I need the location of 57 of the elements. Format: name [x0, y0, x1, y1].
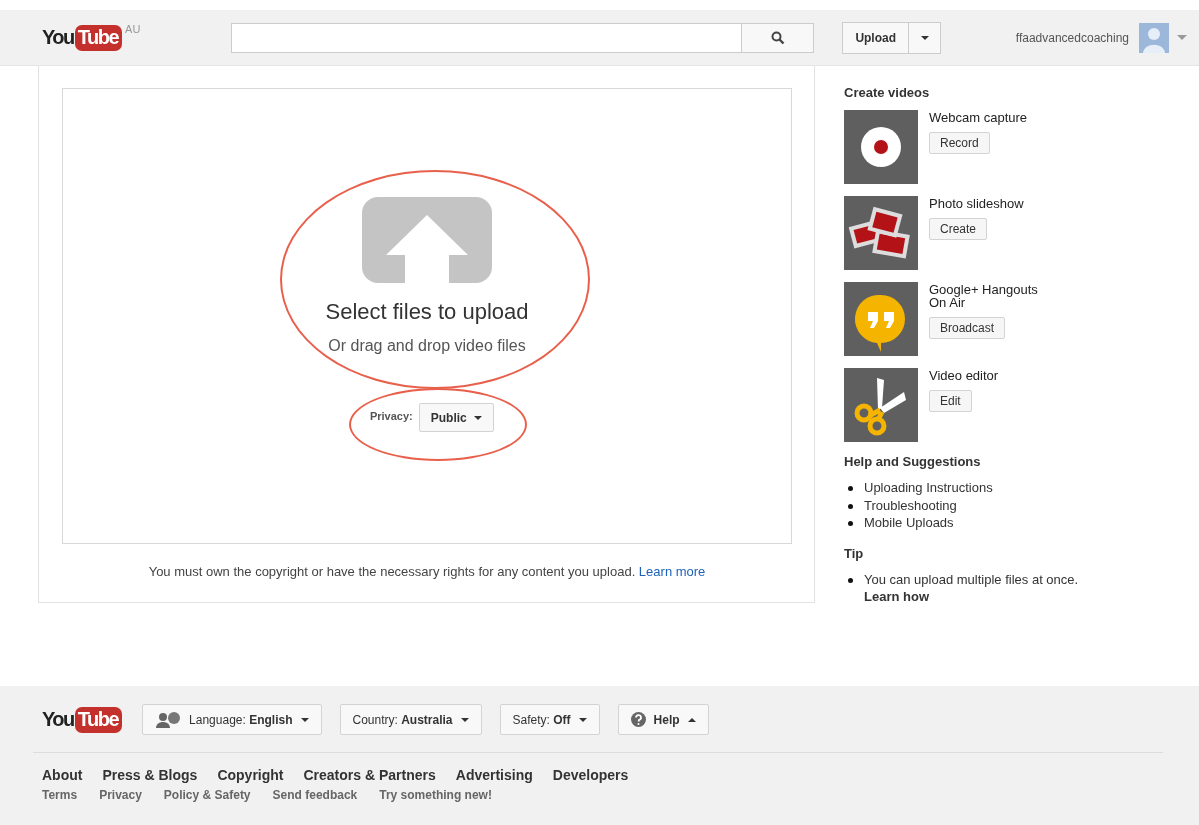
item-title: Photo slideshow: [929, 197, 1025, 210]
item-title: Google+ Hangouts On Air: [929, 283, 1039, 309]
footer-link[interactable]: Developers: [552, 767, 629, 783]
upload-subtitle: Or drag and drop video files: [328, 337, 526, 355]
people-icon: [155, 711, 182, 728]
search-field[interactable]: [231, 22, 743, 53]
photos-icon[interactable]: [844, 196, 918, 270]
upload-title: Select files to upload: [325, 299, 529, 325]
search-button[interactable]: [742, 22, 815, 53]
footer-link[interactable]: Creators & Partners: [303, 767, 436, 783]
action-button[interactable]: Record: [929, 132, 990, 154]
footer-link[interactable]: About: [42, 767, 83, 783]
upload-button[interactable]: Upload: [842, 21, 910, 54]
bullet-icon: [848, 486, 853, 491]
action-button[interactable]: Edit: [929, 390, 972, 412]
item-title: Video editor: [929, 369, 1000, 382]
scissors-icon[interactable]: [844, 368, 918, 442]
copyright-notice: You must own the copyright or have the necessary rights for any content you upload. Learn more: [147, 564, 707, 579]
user-name[interactable]: ffaadvancedcoaching: [1015, 30, 1129, 45]
help-icon: [630, 712, 646, 727]
help-link[interactable]: Uploading Instructions: [864, 479, 993, 497]
footer-link[interactable]: Policy & Safety: [163, 788, 251, 802]
section-heading: Tip: [844, 545, 865, 561]
learn-more-link[interactable]: Learn more: [638, 564, 706, 579]
footer-link[interactable]: Try something new!: [379, 788, 492, 802]
caret-icon: [474, 416, 483, 421]
bullet-icon: [848, 521, 853, 526]
quote-bubble-icon[interactable]: [844, 282, 918, 356]
privacy-dropdown[interactable]: Public: [418, 403, 495, 432]
footer-link[interactable]: Send feedback: [272, 788, 358, 802]
footer-link[interactable]: Terms: [42, 788, 78, 802]
footer-link[interactable]: Privacy: [99, 788, 142, 802]
item-title: Webcam capture: [929, 111, 1029, 124]
tip-text: You can upload multiple files at once.: [864, 570, 1079, 588]
upload-drop-area[interactable]: Select files to upload Or drag and drop video files Privacy: Public: [62, 88, 792, 544]
caret-icon: [920, 35, 929, 40]
footer-dropdown[interactable]: Safety: Off: [499, 704, 600, 735]
caret-icon[interactable]: [1177, 35, 1187, 40]
action-button[interactable]: Create: [929, 218, 988, 240]
footer-link[interactable]: Press & Blogs: [102, 767, 198, 783]
help-link[interactable]: Mobile Uploads: [864, 514, 954, 532]
bullet-icon: [848, 503, 853, 509]
footer-link[interactable]: Advertising: [455, 767, 533, 783]
learn-how-link[interactable]: Learn how: [864, 589, 929, 604]
help-link[interactable]: Troubleshooting: [864, 496, 957, 514]
section-heading: Help and Suggestions: [844, 454, 982, 469]
footer-link[interactable]: Copyright: [217, 767, 284, 783]
footer-dropdown[interactable]: Language: English: [142, 704, 322, 735]
section-heading: Create videos: [844, 85, 931, 100]
footer-dropdown[interactable]: Country: Australia: [339, 704, 482, 735]
search-icon: [770, 30, 785, 45]
bullet-icon: [848, 577, 853, 583]
footer-dropdown[interactable]: Help: [617, 704, 709, 735]
region-label: AU: [125, 23, 141, 35]
action-button[interactable]: Broadcast: [929, 317, 1006, 339]
privacy-label: Privacy:: [369, 409, 413, 422]
record-icon[interactable]: [844, 110, 918, 184]
